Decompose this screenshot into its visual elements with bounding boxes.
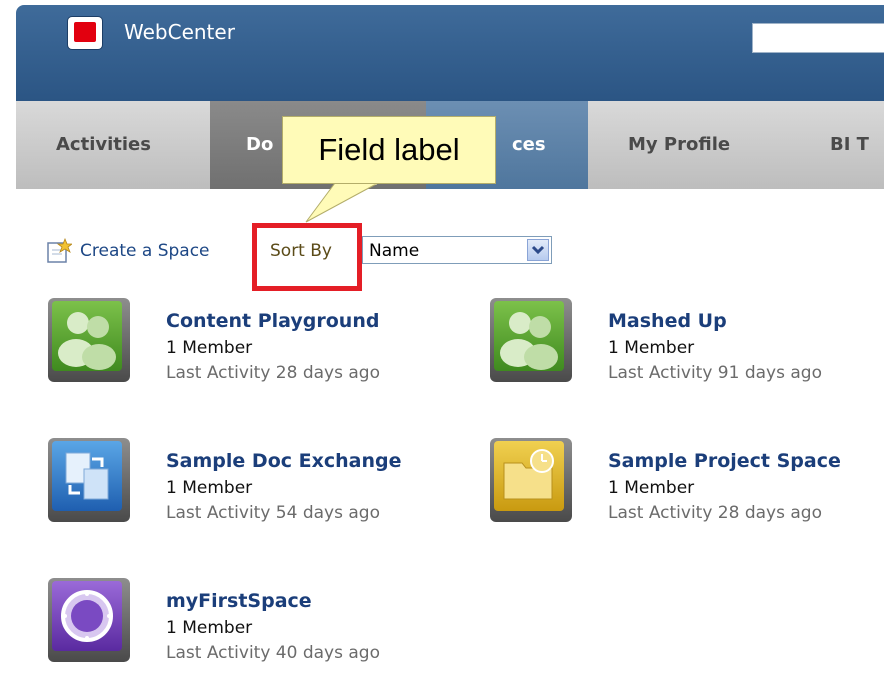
tab-label: Do xyxy=(246,134,274,155)
space-members: 1 Member xyxy=(166,478,253,498)
tab-label: BI T xyxy=(830,134,869,155)
space-last-activity: Last Activity 28 days ago xyxy=(166,363,380,383)
sort-by-value: Name xyxy=(369,241,420,261)
tab-label: My Profile xyxy=(628,134,731,155)
space-name-link[interactable]: myFirstSpace xyxy=(166,590,312,612)
field-label-callout: Field label xyxy=(282,116,496,184)
people-icon[interactable] xyxy=(48,298,130,382)
space-card: Mashed Up 1 Member Last Activity 91 days… xyxy=(490,298,880,398)
space-name-link[interactable]: Sample Project Space xyxy=(608,450,841,472)
tab-my-profile[interactable]: My Profile xyxy=(588,101,788,189)
space-members: 1 Member xyxy=(166,618,253,638)
space-card: Sample Doc Exchange 1 Member Last Activi… xyxy=(48,438,468,538)
space-card: myFirstSpace 1 Member Last Activity 40 d… xyxy=(48,578,468,678)
sort-by-select[interactable]: Name xyxy=(362,236,552,264)
people-icon[interactable] xyxy=(490,298,572,382)
tab-activities[interactable]: Activities xyxy=(16,101,210,189)
space-card: Content Playground 1 Member Last Activit… xyxy=(48,298,468,398)
space-members: 1 Member xyxy=(608,478,695,498)
tab-label: ces xyxy=(512,134,546,155)
space-last-activity: Last Activity 54 days ago xyxy=(166,503,380,523)
space-name-link[interactable]: Mashed Up xyxy=(608,310,727,332)
tab-bi[interactable]: BI T xyxy=(788,101,884,189)
porthole-icon[interactable] xyxy=(48,578,130,662)
space-members: 1 Member xyxy=(608,338,695,358)
space-name-link[interactable]: Content Playground xyxy=(166,310,379,332)
create-space-icon xyxy=(47,238,72,263)
document-exchange-icon[interactable] xyxy=(48,438,130,522)
sort-by-label: Sort By xyxy=(270,241,332,261)
space-last-activity: Last Activity 91 days ago xyxy=(608,363,822,383)
app-header: WebCenter xyxy=(16,5,884,101)
space-last-activity: Last Activity 40 days ago xyxy=(166,643,380,663)
create-space-label: Create a Space xyxy=(80,241,210,261)
tab-label: Activities xyxy=(56,134,151,155)
space-card: Sample Project Space 1 Member Last Activ… xyxy=(490,438,880,538)
space-members: 1 Member xyxy=(166,338,253,358)
chevron-down-icon[interactable] xyxy=(527,239,549,261)
webcenter-logo-icon xyxy=(68,17,102,49)
create-space-link[interactable]: Create a Space xyxy=(46,236,210,266)
folder-clock-icon[interactable] xyxy=(490,438,572,522)
space-last-activity: Last Activity 28 days ago xyxy=(608,503,822,523)
space-name-link[interactable]: Sample Doc Exchange xyxy=(166,450,401,472)
app-title: WebCenter xyxy=(124,20,235,44)
header-search-input[interactable] xyxy=(752,23,884,53)
